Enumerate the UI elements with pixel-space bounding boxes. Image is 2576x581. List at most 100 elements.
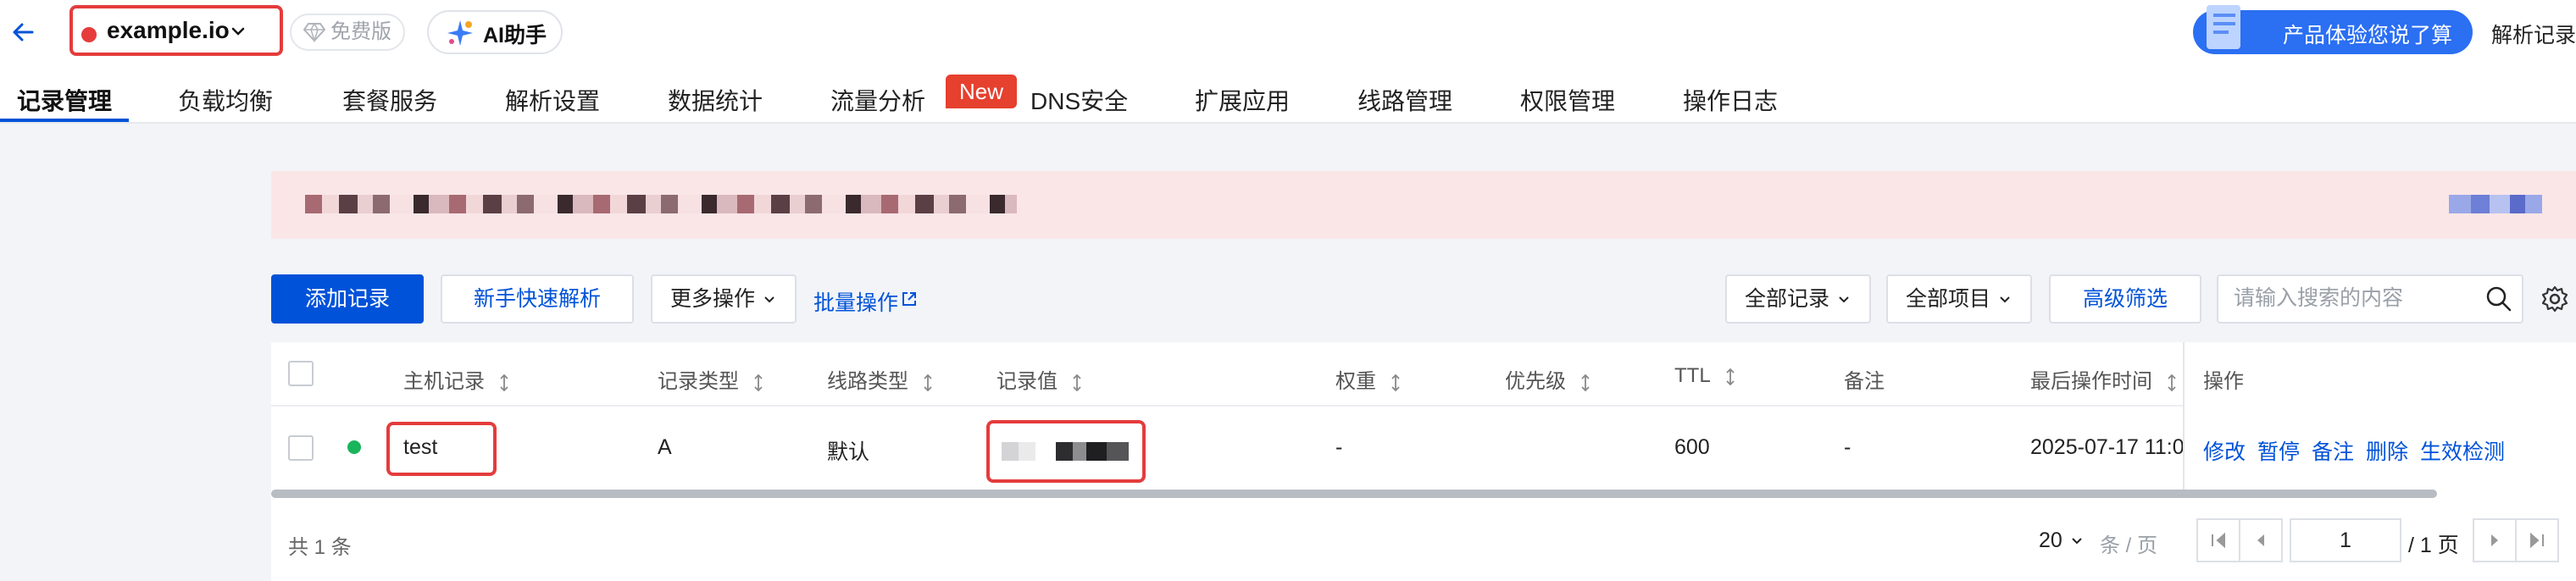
column-header-host[interactable]: 主机记录: [403, 364, 510, 394]
prev-page-button[interactable]: [2239, 518, 2283, 562]
column-header-ttl-label: TTL: [1674, 364, 1711, 387]
more-actions-label: 更多操作: [669, 287, 755, 311]
row-checkbox[interactable]: [288, 435, 314, 461]
column-header-line-label: 线路类型: [827, 370, 908, 393]
dns-records-link[interactable]: 解析记录: [2491, 19, 2576, 49]
diamond-icon: [303, 22, 325, 42]
new-badge: New: [946, 75, 1017, 108]
horizontal-scrollbar[interactable]: [271, 490, 2437, 498]
column-header-priority[interactable]: 优先级: [1505, 364, 1591, 394]
tab-resolution-settings[interactable]: 解析设置: [505, 83, 600, 117]
notice-banner: [271, 171, 2576, 239]
column-header-weight-label: 权重: [1335, 370, 1376, 393]
select-all-checkbox[interactable]: [288, 361, 314, 386]
search-input[interactable]: [2234, 286, 2471, 311]
tab-plan-service[interactable]: 套餐服务: [342, 83, 437, 117]
column-header-value[interactable]: 记录值: [997, 364, 1083, 394]
edit-action[interactable]: 修改: [2203, 435, 2246, 466]
column-header-updated-label: 最后操作时间: [2030, 370, 2152, 393]
column-header-line[interactable]: 线路类型: [827, 364, 934, 394]
tab-operation-log[interactable]: 操作日志: [1683, 83, 1778, 117]
cell-ttl: 600: [1674, 435, 1710, 459]
more-actions-dropdown[interactable]: 更多操作: [651, 274, 797, 324]
column-header-type[interactable]: 记录类型: [658, 364, 764, 394]
add-record-button[interactable]: 添加记录: [271, 274, 424, 324]
sort-icon[interactable]: [1390, 373, 1402, 393]
page-size-value: 20: [2039, 528, 2062, 552]
ai-sparkle-icon: [447, 20, 473, 46]
tab-permissions[interactable]: 权限管理: [1520, 83, 1615, 117]
sort-icon[interactable]: [1724, 367, 1736, 387]
sort-icon[interactable]: [1071, 373, 1083, 393]
cell-weight: -: [1335, 435, 1343, 459]
first-page-icon: [2212, 532, 2225, 549]
chevron-down-icon: [2072, 538, 2082, 545]
verify-action[interactable]: 生效检测: [2420, 435, 2505, 466]
host-highlight-box: [386, 422, 497, 476]
sort-icon[interactable]: [1579, 373, 1591, 393]
next-page-button[interactable]: [2473, 518, 2517, 562]
all-records-label: 全部记录: [1744, 287, 1829, 311]
record-status-dot: [347, 440, 361, 454]
prev-page-icon: [2257, 534, 2264, 546]
column-header-ttl[interactable]: TTL: [1674, 364, 1736, 388]
chevron-down-icon: [764, 296, 774, 303]
last-page-icon: [2530, 532, 2544, 549]
column-header-priority-label: 优先级: [1505, 370, 1566, 393]
ai-assistant-label: AI助手: [483, 24, 547, 47]
total-count: 共 1 条: [288, 536, 352, 559]
tab-dns-security[interactable]: DNS安全: [1030, 83, 1128, 117]
column-header-weight[interactable]: 权重: [1335, 364, 1402, 394]
pause-action[interactable]: 暂停: [2257, 435, 2300, 466]
value-highlight-box: [986, 420, 1146, 483]
quick-setup-button[interactable]: 新手快速解析: [441, 274, 634, 324]
domain-status-dot: [81, 27, 97, 42]
tab-record-management[interactable]: 记录管理: [17, 83, 112, 117]
cell-remark: -: [1844, 435, 1852, 459]
tab-bar: 记录管理 负载均衡 套餐服务 解析设置 数据统计 流量分析 DNS安全 扩展应用…: [0, 64, 2576, 124]
column-header-value-label: 记录值: [997, 370, 1058, 393]
external-link-icon[interactable]: [900, 290, 919, 308]
column-header-host-label: 主机记录: [403, 370, 485, 393]
redacted-notice-text: [305, 195, 1017, 213]
sort-icon[interactable]: [922, 373, 934, 393]
batch-ops-link[interactable]: 批量操作: [813, 286, 898, 317]
tab-traffic-analysis[interactable]: 流量分析: [830, 83, 925, 117]
active-tab-indicator: [0, 119, 129, 122]
cell-type: A: [658, 435, 672, 459]
search-icon[interactable]: [2484, 285, 2513, 313]
all-records-dropdown[interactable]: 全部记录: [1725, 274, 1871, 324]
column-header-type-label: 记录类型: [658, 370, 739, 393]
all-projects-dropdown[interactable]: 全部项目: [1886, 274, 2032, 324]
cell-updated: 2025-07-17 11:0: [2030, 435, 2185, 459]
chevron-down-icon: [1839, 296, 1849, 303]
chevron-down-icon[interactable]: [229, 22, 247, 41]
column-header-actions: 操作: [2203, 370, 2244, 393]
page-size-selector[interactable]: 20: [2039, 528, 2085, 553]
delete-action[interactable]: 删除: [2366, 435, 2408, 466]
sort-icon[interactable]: [2166, 373, 2178, 393]
document-icon: [2207, 5, 2240, 49]
page-size-unit: 条 / 页: [2100, 534, 2158, 557]
redacted-banner-action: [2449, 195, 2542, 213]
tab-line-management[interactable]: 线路管理: [1357, 83, 1452, 117]
last-page-button[interactable]: [2515, 518, 2559, 562]
page-number-input[interactable]: 1: [2290, 518, 2401, 562]
tab-load-balancing[interactable]: 负载均衡: [178, 83, 273, 117]
cell-line: 默认: [827, 440, 870, 464]
all-projects-label: 全部项目: [1905, 287, 1990, 311]
gear-icon[interactable]: [2540, 285, 2569, 313]
column-header-updated[interactable]: 最后操作时间: [2030, 364, 2178, 394]
remark-action[interactable]: 备注: [2312, 435, 2354, 466]
advanced-filter-button[interactable]: 高级筛选: [2049, 274, 2201, 324]
sort-icon[interactable]: [498, 373, 510, 393]
back-arrow-icon[interactable]: [7, 15, 41, 49]
chevron-down-icon: [2000, 296, 2010, 303]
tab-extensions[interactable]: 扩展应用: [1195, 83, 1290, 117]
domain-selector[interactable]: example.io: [107, 17, 230, 44]
first-page-button[interactable]: [2196, 518, 2240, 562]
tab-statistics[interactable]: 数据统计: [668, 83, 763, 117]
total-pages: / 1 页: [2408, 534, 2459, 557]
next-page-icon: [2491, 534, 2498, 546]
sort-icon[interactable]: [752, 373, 764, 393]
